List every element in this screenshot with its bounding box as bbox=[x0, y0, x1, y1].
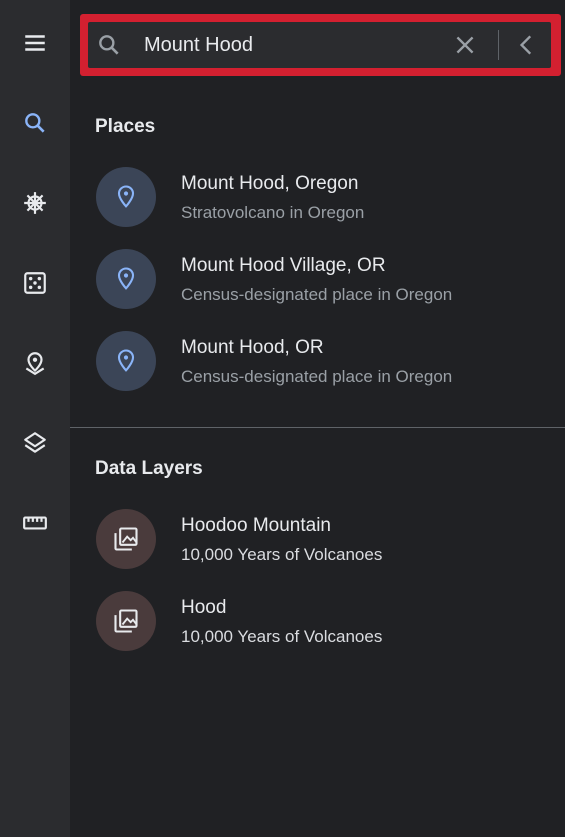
image-layers-icon bbox=[114, 609, 138, 633]
left-nav-rail bbox=[0, 0, 70, 837]
layer-result-subtitle: 10,000 Years of Volcanoes bbox=[181, 545, 383, 564]
place-result-title: Mount Hood, OR bbox=[181, 337, 324, 358]
data-layer-result-item[interactable]: Hood 10,000 Years of Volcanoes bbox=[70, 583, 565, 659]
layer-result-title: Hoodoo Mountain bbox=[181, 515, 331, 536]
place-result-title: Mount Hood Village, OR bbox=[181, 255, 386, 276]
search-icon bbox=[25, 113, 45, 133]
place-icon-circle bbox=[96, 331, 156, 391]
measure-button[interactable] bbox=[15, 503, 55, 543]
place-result-item[interactable]: Mount Hood, OR Census-designated place i… bbox=[70, 323, 565, 399]
menu-icon bbox=[25, 35, 45, 51]
place-icon-circle bbox=[96, 167, 156, 227]
data-layers-heading: Data Layers bbox=[95, 458, 203, 479]
place-pin-icon bbox=[117, 267, 135, 290]
search-divider bbox=[498, 30, 499, 60]
search-input[interactable] bbox=[144, 30, 444, 60]
place-result-subtitle: Census-designated place in Oregon bbox=[181, 367, 453, 386]
layer-icon-circle bbox=[96, 509, 156, 569]
ship-wheel-icon bbox=[24, 192, 46, 214]
chevron-left-icon[interactable] bbox=[514, 32, 540, 58]
place-result-subtitle: Census-designated place in Oregon bbox=[181, 285, 453, 304]
search-bar bbox=[88, 22, 551, 68]
place-pin-icon bbox=[117, 349, 135, 372]
projects-button[interactable] bbox=[15, 343, 55, 383]
place-result-item[interactable]: Mount Hood Village, OR Census-designated… bbox=[70, 241, 565, 317]
place-result-item[interactable]: Mount Hood, Oregon Stratovolcano in Oreg… bbox=[70, 159, 565, 235]
places-heading: Places bbox=[95, 116, 156, 137]
rail-search-button[interactable] bbox=[15, 103, 55, 143]
layers-icon bbox=[24, 432, 46, 453]
layer-result-title: Hood bbox=[181, 597, 227, 618]
feeling-lucky-button[interactable] bbox=[15, 263, 55, 303]
ruler-icon bbox=[23, 516, 47, 530]
place-icon-circle bbox=[96, 249, 156, 309]
dice-icon bbox=[24, 272, 46, 294]
section-divider bbox=[70, 427, 565, 428]
place-pin-icon bbox=[117, 185, 135, 208]
place-result-title: Mount Hood, Oregon bbox=[181, 173, 359, 194]
image-layers-icon bbox=[114, 527, 138, 551]
data-layer-result-item[interactable]: Hoodoo Mountain 10,000 Years of Volcanoe… bbox=[70, 501, 565, 577]
google-earth-search-app: Places Mount Hood, Oregon Stratovolcano … bbox=[0, 0, 565, 837]
layer-icon-circle bbox=[96, 591, 156, 651]
search-highlight-frame bbox=[80, 14, 561, 76]
search-icon bbox=[99, 35, 119, 55]
clear-icon[interactable] bbox=[452, 32, 478, 58]
layer-result-subtitle: 10,000 Years of Volcanoes bbox=[181, 627, 383, 646]
map-pin-icon bbox=[25, 352, 45, 376]
map-style-button[interactable] bbox=[15, 423, 55, 463]
search-results-panel: Places Mount Hood, Oregon Stratovolcano … bbox=[70, 0, 565, 837]
voyager-button[interactable] bbox=[15, 183, 55, 223]
place-result-subtitle: Stratovolcano in Oregon bbox=[181, 203, 365, 222]
menu-button[interactable] bbox=[15, 23, 55, 63]
